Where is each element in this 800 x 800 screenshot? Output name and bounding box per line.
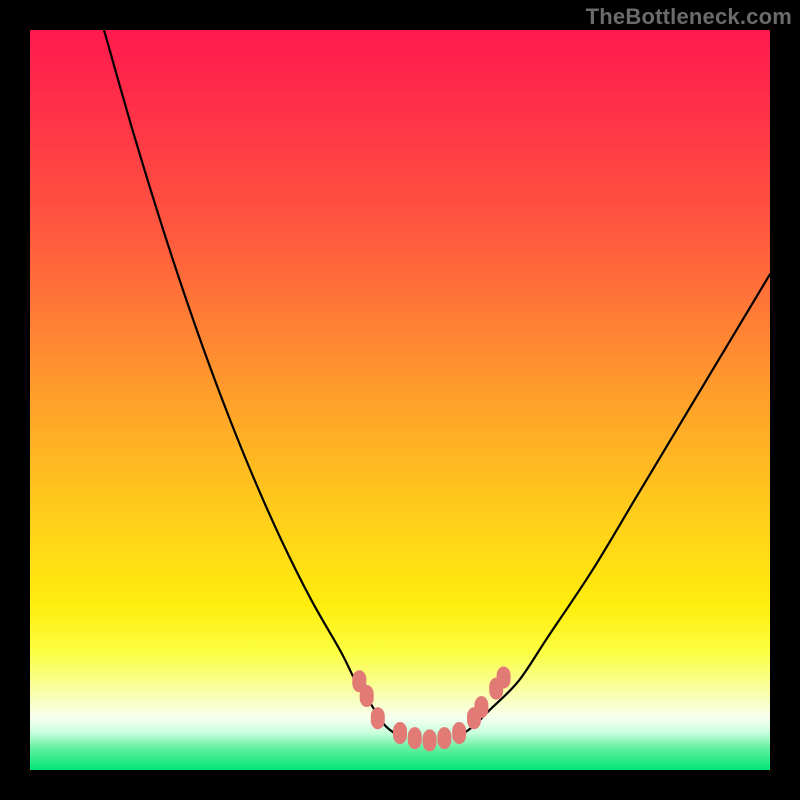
bottleneck-curve-svg — [30, 30, 770, 770]
marker-group — [352, 667, 510, 752]
curve-marker — [497, 667, 511, 689]
left-curve — [104, 30, 400, 737]
plot-area — [30, 30, 770, 770]
curve-marker — [452, 722, 466, 744]
curve-marker — [408, 727, 422, 749]
curve-marker — [371, 707, 385, 729]
curve-marker — [437, 727, 451, 749]
watermark-label: TheBottleneck.com — [586, 4, 792, 30]
curve-marker — [360, 685, 374, 707]
curve-marker — [393, 722, 407, 744]
curve-marker — [474, 696, 488, 718]
curve-marker — [423, 729, 437, 751]
